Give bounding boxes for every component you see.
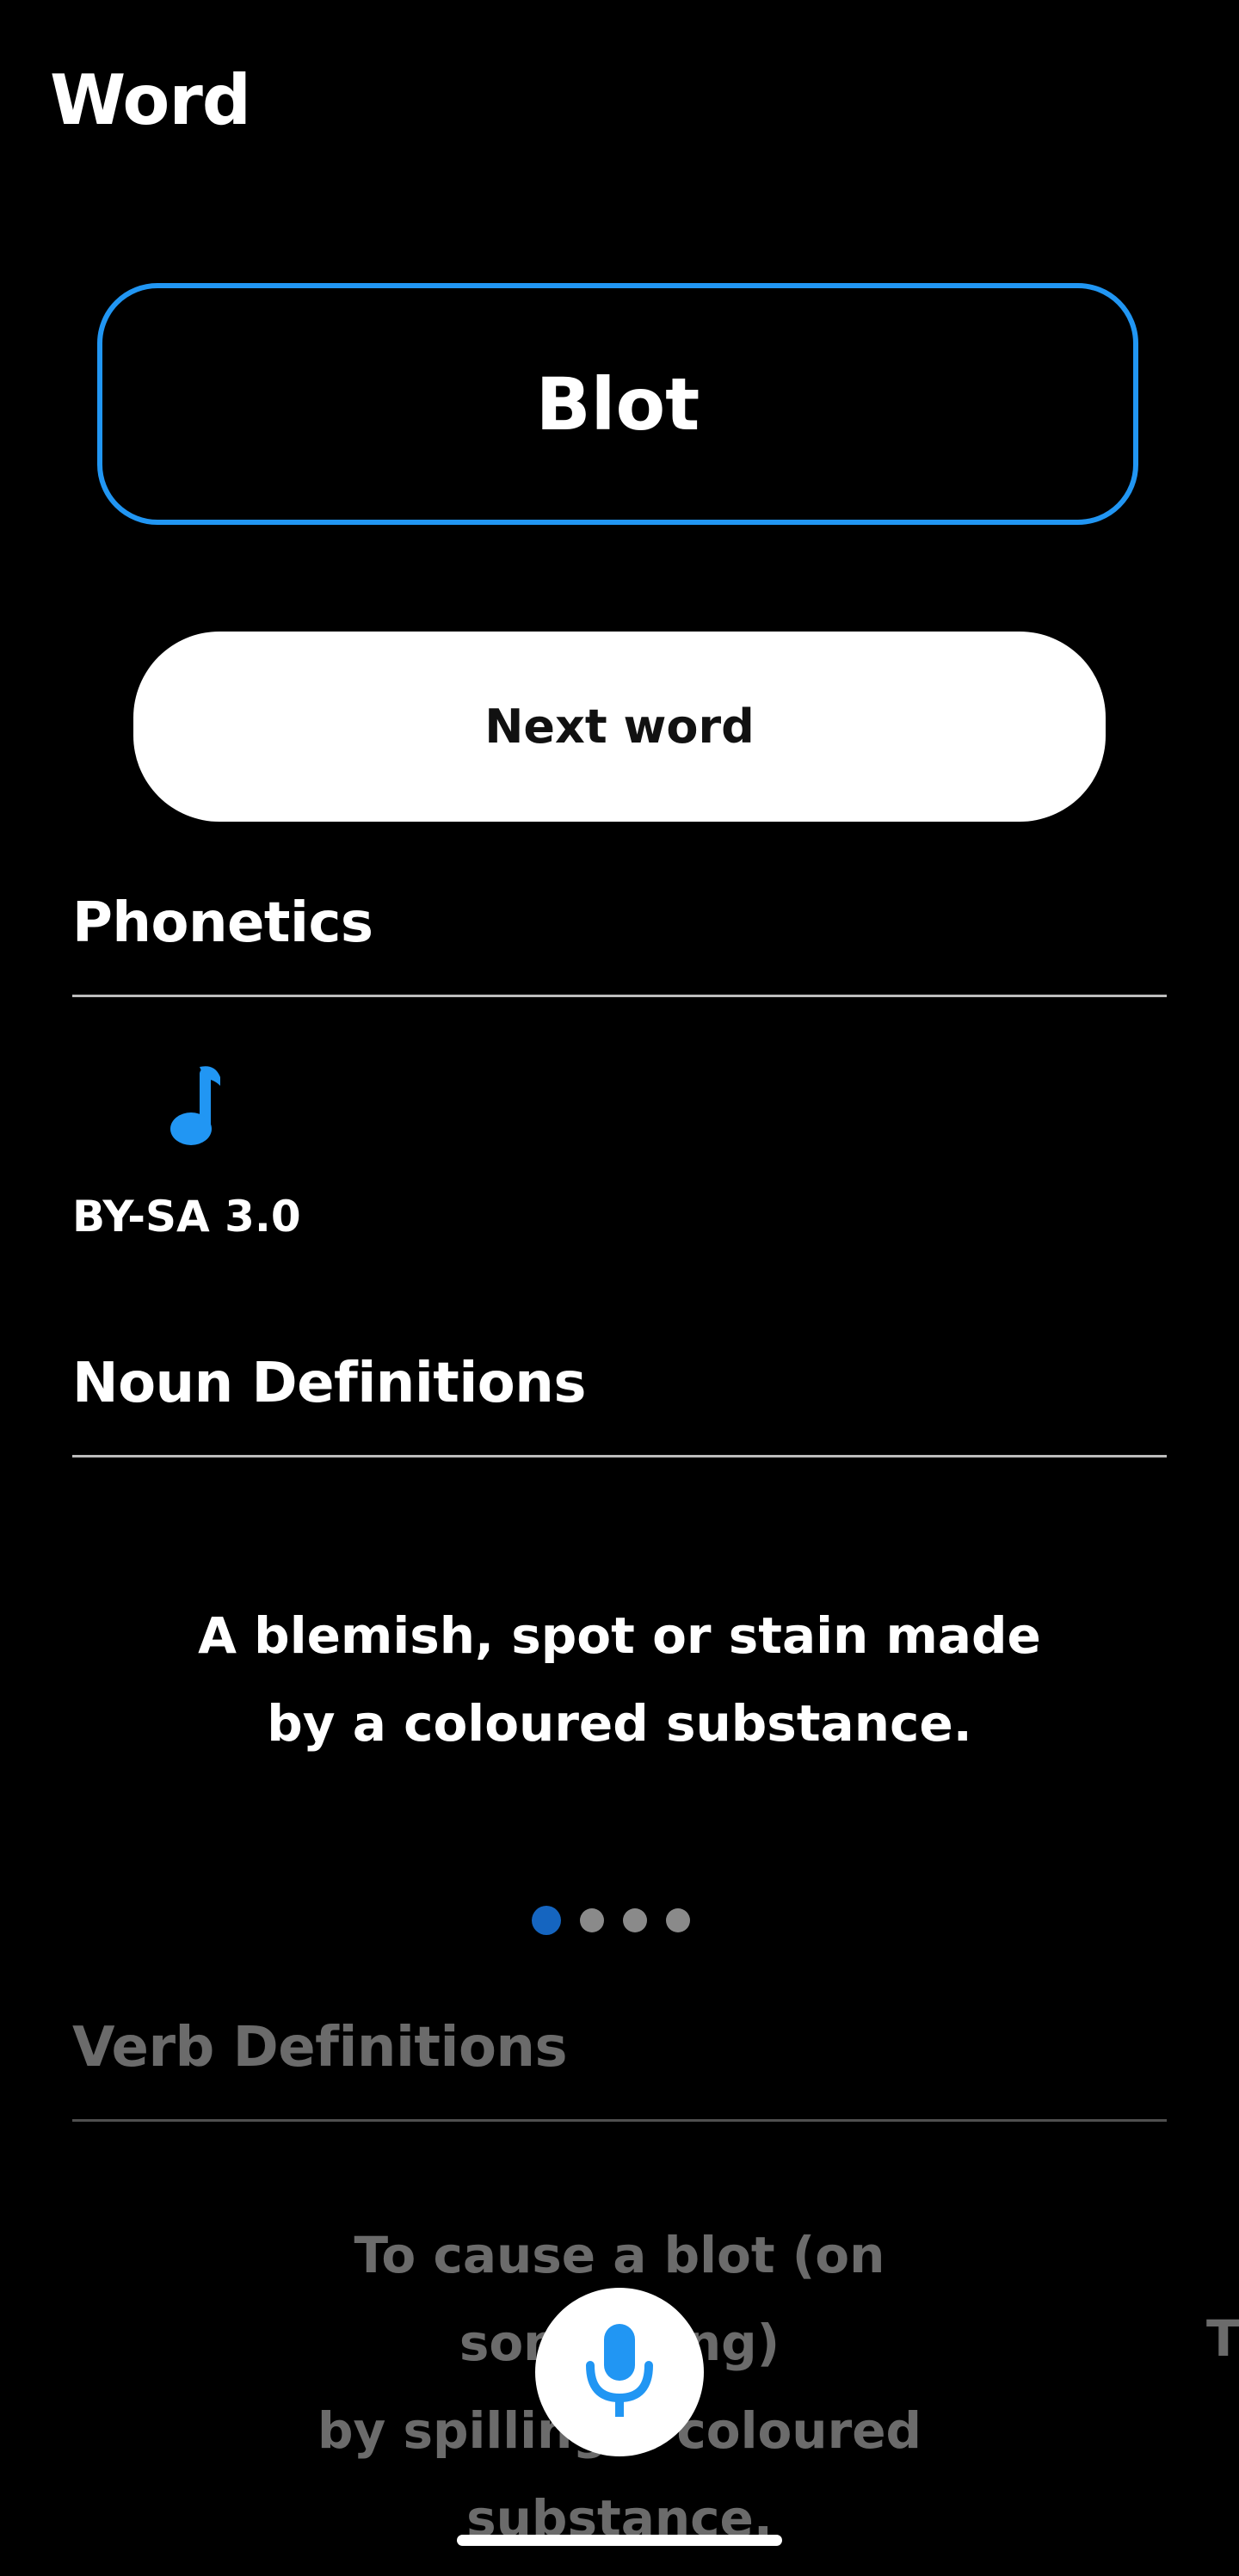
music-note-icon[interactable] [162, 1060, 231, 1146]
noun-definition-card: A blemish, spot or stain made by a colou… [189, 1592, 1050, 1767]
word-display: Blot [97, 283, 1138, 525]
verb-definitions-divider [72, 2119, 1167, 2122]
pager-dot-active[interactable] [532, 1906, 561, 1935]
noun-definitions-heading: Noun Definitions [72, 1352, 586, 1415]
definition-pager [532, 1906, 690, 1935]
pager-dot[interactable] [623, 1908, 647, 1932]
microphone-icon [586, 2324, 653, 2417]
next-word-button[interactable]: Next word [133, 632, 1106, 822]
verb-definitions-heading: Verb Definitions [72, 2016, 568, 2080]
phonetic-license: BY-SA 3.0 [72, 1192, 301, 1242]
home-indicator[interactable] [457, 2535, 782, 2546]
noun-definitions-divider [72, 1455, 1167, 1457]
noun-definition-line: A blemish, spot or stain made [198, 1606, 1041, 1665]
word-text: Blot [535, 361, 700, 447]
phonetics-heading: Phonetics [72, 891, 373, 955]
verb-definition-line: substance. [466, 2489, 773, 2548]
pager-dot[interactable] [666, 1908, 690, 1932]
phonetics-divider [72, 995, 1167, 997]
voice-search-button[interactable] [535, 2288, 704, 2456]
next-definition-peek: T [1206, 2309, 1239, 2368]
page-title: Word [50, 60, 251, 140]
pager-dot[interactable] [580, 1908, 604, 1932]
noun-definition-line: by a coloured substance. [267, 1694, 972, 1753]
